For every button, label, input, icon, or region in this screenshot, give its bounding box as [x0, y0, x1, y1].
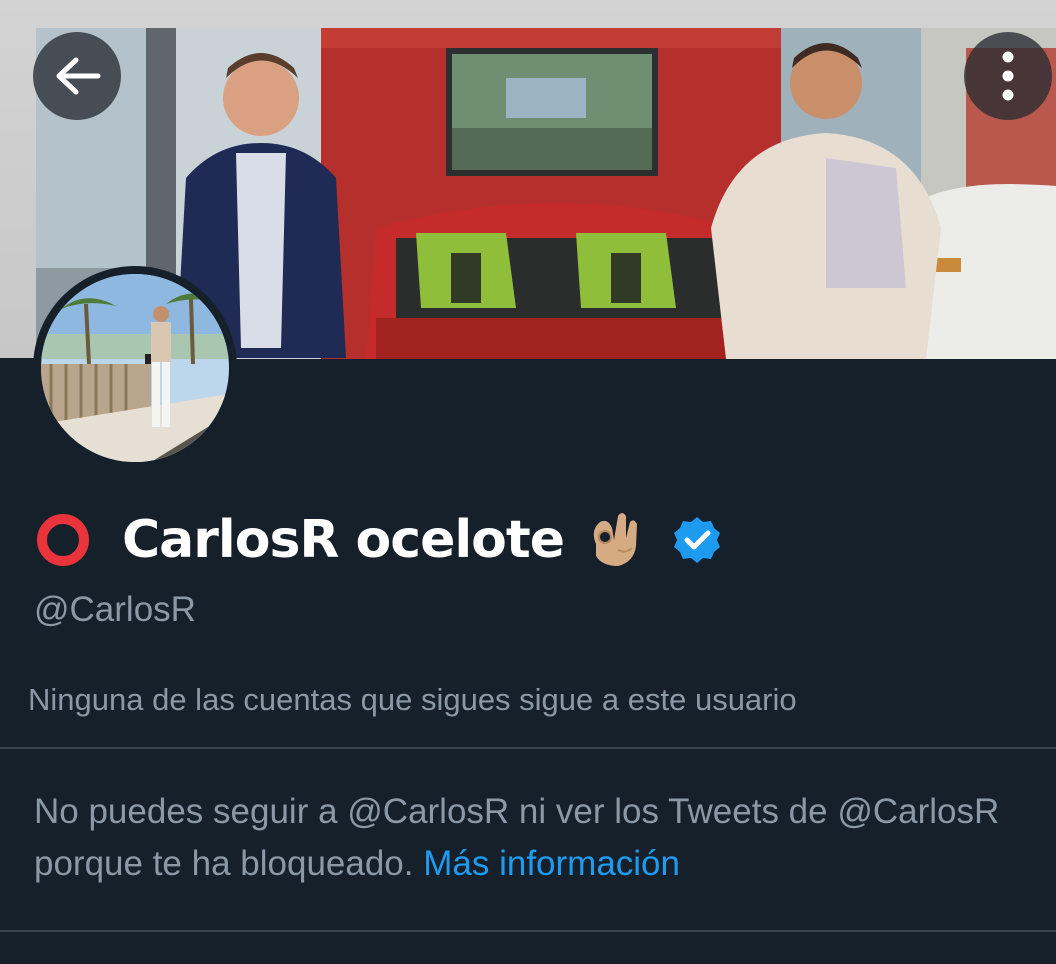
profile-page: CarlosR ocelote @CarlosR Ninguna de las …	[0, 0, 1056, 964]
more-vertical-icon	[1002, 51, 1014, 101]
divider	[0, 747, 1056, 749]
user-handle: @CarlosR	[34, 590, 196, 629]
followers-you-know-note: Ninguna de las cuentas que sigues sigue …	[28, 682, 797, 717]
display-name: CarlosR ocelote	[122, 510, 565, 570]
avatar[interactable]	[33, 266, 237, 470]
blocked-message: No puedes seguir a @CarlosR ni ver los T…	[34, 786, 1034, 890]
arrow-left-icon	[56, 57, 101, 95]
divider	[0, 930, 1056, 932]
more-options-button[interactable]	[964, 32, 1052, 120]
red-circle-icon	[37, 514, 89, 566]
avatar-photo	[41, 274, 229, 462]
back-button[interactable]	[33, 32, 121, 120]
ok-hand-emoji	[593, 513, 638, 566]
verified-badge-icon	[674, 517, 721, 563]
learn-more-link[interactable]: Más información	[423, 844, 680, 883]
display-name-row: CarlosR ocelote	[34, 500, 722, 580]
